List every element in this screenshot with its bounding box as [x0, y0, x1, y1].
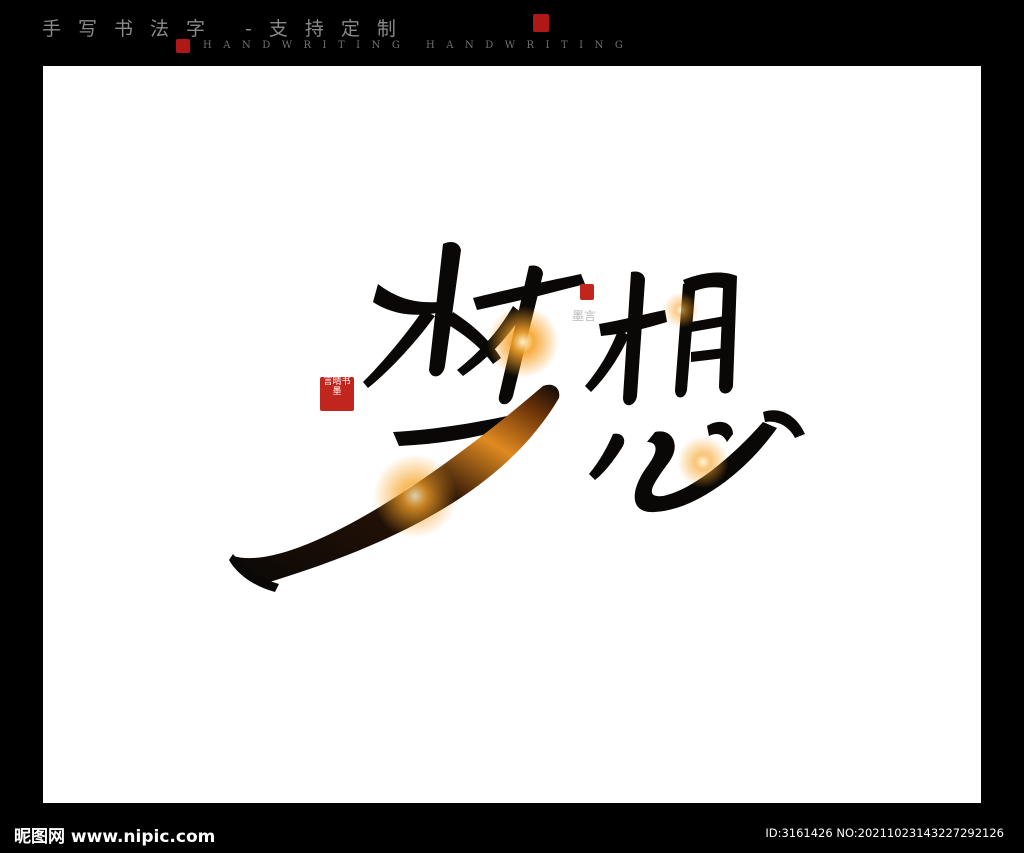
- seal-stamp: 言晴书墨: [320, 377, 354, 411]
- header-small-seal-icon: [176, 39, 190, 53]
- calligraphy-artwork: [229, 242, 805, 592]
- header-subtitle: HANDWRITING HANDWRITING: [203, 40, 635, 51]
- small-seal-stamp: [580, 284, 594, 300]
- signature-text: 墨言: [571, 309, 596, 323]
- artwork-canvas: 言晴书墨 墨言: [43, 66, 981, 803]
- footer-logo: 昵图网 www.nipic.com: [14, 827, 216, 847]
- seal-text: 言晴书墨: [323, 377, 351, 397]
- glow-right: [677, 436, 729, 488]
- glow-sweep: [373, 454, 457, 538]
- header-seal-icon: [533, 14, 549, 32]
- footer-image-id: ID:3161426 NO:20211023143227292126: [765, 826, 1004, 840]
- character-meng: [229, 242, 585, 592]
- glow-center: [487, 306, 559, 378]
- glow-top: [663, 292, 699, 328]
- header-title: 手写书法字 -支持定制: [42, 18, 413, 40]
